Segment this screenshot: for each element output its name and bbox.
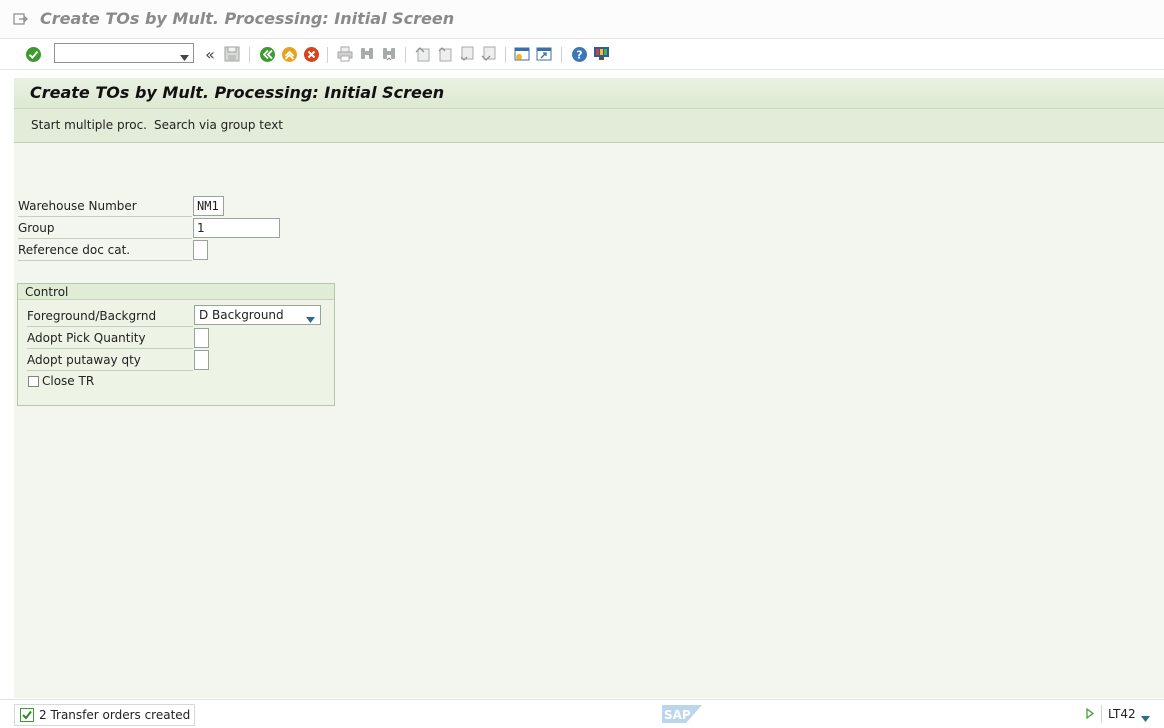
- adopt-pick-field[interactable]: [194, 328, 209, 348]
- next-page-icon[interactable]: [457, 44, 477, 64]
- group-row: Group 1: [18, 217, 308, 239]
- search-via-group-text-button[interactable]: Search via group text: [154, 118, 283, 132]
- cancel-icon[interactable]: [301, 44, 321, 64]
- shortcut-icon[interactable]: [534, 44, 554, 64]
- window-title: Create TOs by Mult. Processing: Initial …: [40, 9, 455, 28]
- last-page-icon[interactable]: [479, 44, 499, 64]
- sap-logo: SAP: [662, 705, 702, 723]
- reference-doc-label: Reference doc cat.: [18, 243, 192, 261]
- foreground-label: Foreground/Backgrnd: [27, 309, 193, 327]
- status-bar: 2 Transfer orders created SAP LT42: [0, 699, 1164, 728]
- screen-header: Create TOs by Mult. Processing: Initial …: [14, 78, 1164, 143]
- group-field[interactable]: 1: [193, 218, 280, 238]
- play-icon[interactable]: [1086, 707, 1094, 722]
- svg-text:SAP: SAP: [664, 708, 691, 722]
- status-message-text: 2 Transfer orders created: [39, 708, 191, 722]
- command-field[interactable]: [54, 43, 194, 63]
- title-bar: Create TOs by Mult. Processing: Initial …: [0, 0, 1164, 39]
- enter-icon[interactable]: [23, 44, 43, 64]
- chevron-down-icon[interactable]: [306, 312, 315, 326]
- screen-title: Create TOs by Mult. Processing: Initial …: [30, 83, 445, 102]
- svg-text:?: ?: [576, 48, 582, 61]
- customize-layout-icon[interactable]: [591, 44, 611, 64]
- foreground-value: D Background: [199, 308, 284, 322]
- main-screen: Create TOs by Mult. Processing: Initial …: [14, 78, 1164, 698]
- previous-page-icon[interactable]: [435, 44, 455, 64]
- find-next-icon[interactable]: [379, 44, 399, 64]
- group-label: Group: [18, 221, 192, 239]
- chevron-down-icon[interactable]: [180, 50, 189, 64]
- find-icon[interactable]: [357, 44, 377, 64]
- adopt-pick-row: Adopt Pick Quantity: [27, 327, 327, 349]
- start-multiple-proc-button[interactable]: Start multiple proc.: [31, 118, 147, 132]
- back-icon[interactable]: [257, 44, 277, 64]
- adopt-putaway-field[interactable]: [194, 350, 209, 370]
- adopt-pick-label: Adopt Pick Quantity: [27, 331, 193, 349]
- standard-toolbar: « ?: [0, 39, 1164, 70]
- chevron-down-icon[interactable]: [1141, 711, 1150, 725]
- foreground-select[interactable]: D Background: [194, 305, 321, 325]
- command-input[interactable]: [57, 45, 179, 63]
- print-icon[interactable]: [335, 44, 355, 64]
- adopt-putaway-row: Adopt putaway qty: [27, 349, 327, 371]
- window-menu-icon[interactable]: [13, 12, 29, 29]
- create-session-icon[interactable]: [512, 44, 532, 64]
- adopt-putaway-label: Adopt putaway qty: [27, 353, 193, 371]
- reference-doc-field[interactable]: [193, 240, 208, 260]
- collapse-command-icon[interactable]: «: [200, 44, 220, 64]
- warehouse-label: Warehouse Number: [18, 199, 192, 217]
- success-check-icon: [20, 708, 34, 728]
- transaction-code: LT42: [1108, 707, 1136, 721]
- status-message[interactable]: 2 Transfer orders created: [14, 704, 196, 728]
- foreground-row: Foreground/Backgrnd D Background: [27, 305, 327, 327]
- first-page-icon[interactable]: [413, 44, 433, 64]
- close-tr-label: Close TR: [42, 374, 95, 388]
- warehouse-row: Warehouse Number NM1: [18, 195, 308, 217]
- control-title: Control: [18, 284, 334, 300]
- control-groupbox: Control Foreground/Backgrnd D Background…: [17, 283, 335, 406]
- save-icon[interactable]: [222, 44, 242, 64]
- warehouse-field[interactable]: NM1: [193, 196, 224, 216]
- help-icon[interactable]: ?: [569, 44, 589, 64]
- exit-icon[interactable]: [279, 44, 299, 64]
- close-tr-checkbox[interactable]: [28, 376, 39, 387]
- reference-doc-row: Reference doc cat.: [18, 239, 308, 261]
